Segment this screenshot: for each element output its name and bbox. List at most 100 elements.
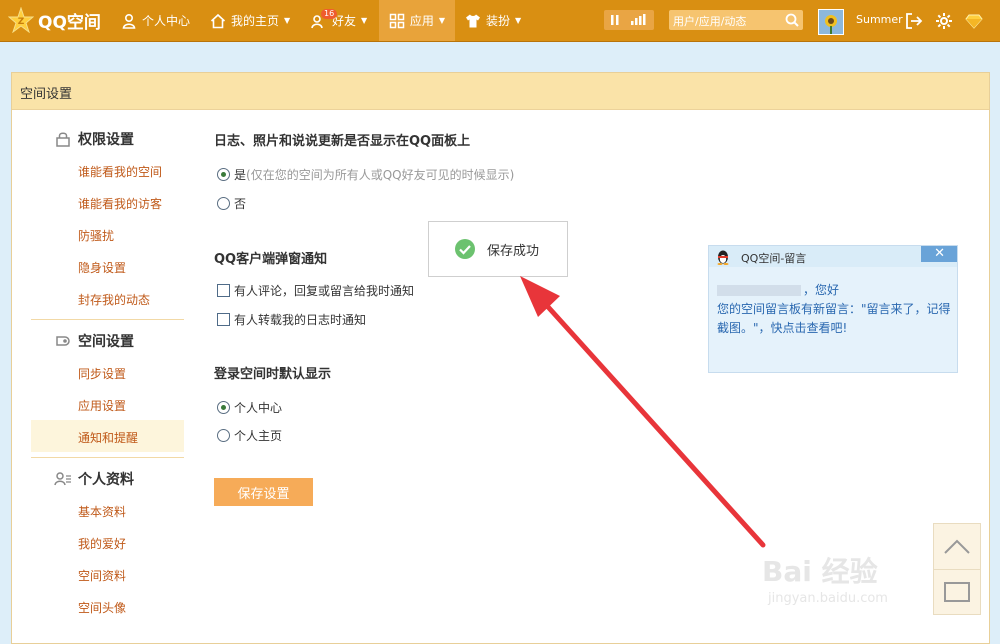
chevron-down-icon: ▼	[515, 16, 522, 25]
sidebar-item-sync[interactable]: 同步设置	[78, 365, 126, 382]
sidebar-item-who-can-see-space[interactable]: 谁能看我的空间	[78, 163, 162, 180]
option-label: 是	[234, 168, 247, 182]
panel-title: 空间设置	[20, 87, 73, 102]
sidebar-heading-label: 权限设置	[78, 132, 134, 148]
checkbox[interactable]	[217, 313, 230, 326]
sidebar-heading-space-settings[interactable]: 空间设置	[54, 331, 134, 351]
float-divider	[934, 569, 980, 570]
radio-option-personal-center[interactable]: 个人中心	[217, 399, 282, 416]
sidebar-item-who-can-see-visitors[interactable]: 谁能看我的访客	[78, 195, 162, 212]
top-navigation-bar: Z QQ空间 个人中心 我的主页 ▼ 16 好友 ▼ 应用 ▼ 装扮 ▼ 用户/…	[0, 0, 1000, 42]
qzone-logo[interactable]: Z QQ空间	[8, 6, 101, 34]
blurred-username	[717, 285, 801, 296]
nav-my-homepage[interactable]: 我的主页 ▼	[210, 0, 290, 41]
checkbox-option-comment-notify[interactable]: 有人评论，回复或留言给我时通知	[217, 282, 414, 299]
qq-popup-greeting: ，您好	[717, 281, 839, 298]
search-box[interactable]: 用户/应用/动态	[669, 10, 803, 30]
nav-label: 装扮	[486, 14, 511, 28]
nav-personal-center[interactable]: 个人中心	[121, 0, 190, 41]
checkbox-option-repost-notify[interactable]: 有人转载我的日志时通知	[217, 311, 366, 328]
section-title-popup-notify: QQ客户端弹窗通知	[214, 252, 328, 267]
baidu-watermark: Bai 经验	[762, 555, 878, 588]
home-icon	[210, 13, 226, 28]
nav-apps[interactable]: 应用 ▼	[379, 0, 455, 41]
checkbox[interactable]	[217, 284, 230, 297]
option-label: 否	[234, 197, 247, 211]
sidebar-item-stealth[interactable]: 隐身设置	[78, 259, 126, 276]
nav-friends[interactable]: 16 好友 ▼	[311, 0, 367, 41]
chevron-down-icon: ▼	[361, 16, 368, 25]
sidebar-item-anti-harassment[interactable]: 防骚扰	[78, 227, 114, 244]
section-title-qq-panel: 日志、照片和说说更新是否显示在QQ面板上	[214, 134, 471, 149]
toast-text: 保存成功	[487, 244, 540, 259]
friends-badge: 16	[321, 9, 338, 19]
sidebar-item-app-settings[interactable]: 应用设置	[78, 397, 126, 414]
nav-label: 应用	[409, 14, 434, 28]
close-icon[interactable]: ✕	[934, 246, 945, 261]
diamond-icon[interactable]	[965, 12, 983, 30]
floating-side-buttons	[933, 523, 981, 615]
sidebar-heading-privacy[interactable]: 权限设置	[54, 129, 134, 149]
sidebar-item-notifications[interactable]: 通知和提醒	[78, 429, 138, 446]
qq-popup-header: QQ空间-留言 ✕	[709, 246, 957, 267]
search-icon[interactable]	[784, 12, 800, 28]
nav-label: 个人中心	[142, 14, 191, 28]
radio-option-personal-homepage[interactable]: 个人主页	[217, 427, 282, 444]
option-label: 个人主页	[234, 429, 283, 443]
sidebar-item-basic-info[interactable]: 基本资料	[78, 503, 126, 520]
radio-button[interactable]	[217, 168, 230, 181]
star-logo-icon: Z	[8, 7, 34, 33]
save-settings-button[interactable]: 保存设置	[214, 478, 313, 506]
section-title-login-default: 登录空间时默认显示	[214, 367, 332, 382]
apps-icon	[389, 13, 405, 28]
panel-header: 空间设置	[12, 73, 989, 110]
sidebar-item-archive-feeds[interactable]: 封存我的动态	[78, 291, 150, 308]
sidebar-heading-profile[interactable]: 个人资料	[54, 469, 134, 489]
save-success-toast: 保存成功	[428, 221, 568, 277]
stats-button[interactable]	[604, 10, 654, 30]
lock-icon	[56, 132, 70, 147]
nav-dress-up[interactable]: 装扮 ▼	[465, 0, 521, 41]
radio-button[interactable]	[217, 197, 230, 210]
qq-message-popup[interactable]: QQ空间-留言 ✕ ，您好 您的空间留言板有新留言："留言来了，记得截图。"，快…	[708, 245, 958, 373]
qq-popup-message[interactable]: 您的空间留言板有新留言："留言来了，记得截图。"，快点击查看吧!	[717, 300, 953, 338]
baidu-watermark-url: jingyan.baidu.com	[768, 591, 888, 606]
check-circle-icon	[455, 239, 475, 259]
sidebar-heading-label: 个人资料	[78, 472, 134, 488]
option-label: 个人中心	[234, 401, 283, 415]
option-hint: (仅在您的空间为所有人或QQ好友可见的时候显示)	[246, 168, 515, 182]
shirt-icon	[466, 14, 480, 27]
radio-option-show-yes[interactable]: 是 (仅在您的空间为所有人或QQ好友可见的时候显示)	[217, 166, 514, 183]
nav-label: 我的主页	[231, 14, 280, 28]
gear-icon[interactable]	[935, 12, 953, 30]
search-placeholder[interactable]: 用户/应用/动态	[673, 13, 746, 29]
settings-icon	[56, 336, 70, 346]
back-to-top-icon[interactable]	[942, 536, 972, 556]
option-label: 有人评论，回复或留言给我时通知	[234, 284, 415, 298]
sunflower-avatar-icon	[819, 10, 843, 34]
avatar[interactable]	[818, 9, 844, 35]
sidebar-divider	[31, 457, 184, 458]
sidebar-item-hobbies[interactable]: 我的爱好	[78, 535, 126, 552]
bar-stats-icon	[611, 14, 646, 25]
username[interactable]: Summer	[856, 13, 903, 26]
chevron-down-icon: ▼	[284, 16, 291, 25]
radio-button[interactable]	[217, 401, 230, 414]
option-label: 有人转载我的日志时通知	[234, 313, 367, 327]
person-icon	[122, 13, 136, 29]
profile-icon	[54, 472, 71, 486]
svg-text:Z: Z	[18, 17, 25, 27]
logo-text: QQ空间	[38, 12, 101, 33]
sidebar-divider	[31, 319, 184, 320]
radio-option-show-no[interactable]: 否	[217, 195, 246, 212]
qq-penguin-icon	[717, 250, 729, 265]
feedback-icon[interactable]	[942, 579, 972, 605]
sidebar-item-space-avatar[interactable]: 空间头像	[78, 599, 126, 616]
logout-icon[interactable]	[905, 12, 923, 30]
greeting-text: ，您好	[803, 283, 840, 297]
radio-button[interactable]	[217, 429, 230, 442]
qq-popup-title: QQ空间-留言	[741, 252, 807, 265]
chevron-down-icon: ▼	[438, 16, 446, 25]
sidebar-item-space-info[interactable]: 空间资料	[78, 567, 126, 584]
sidebar-heading-label: 空间设置	[78, 334, 134, 350]
